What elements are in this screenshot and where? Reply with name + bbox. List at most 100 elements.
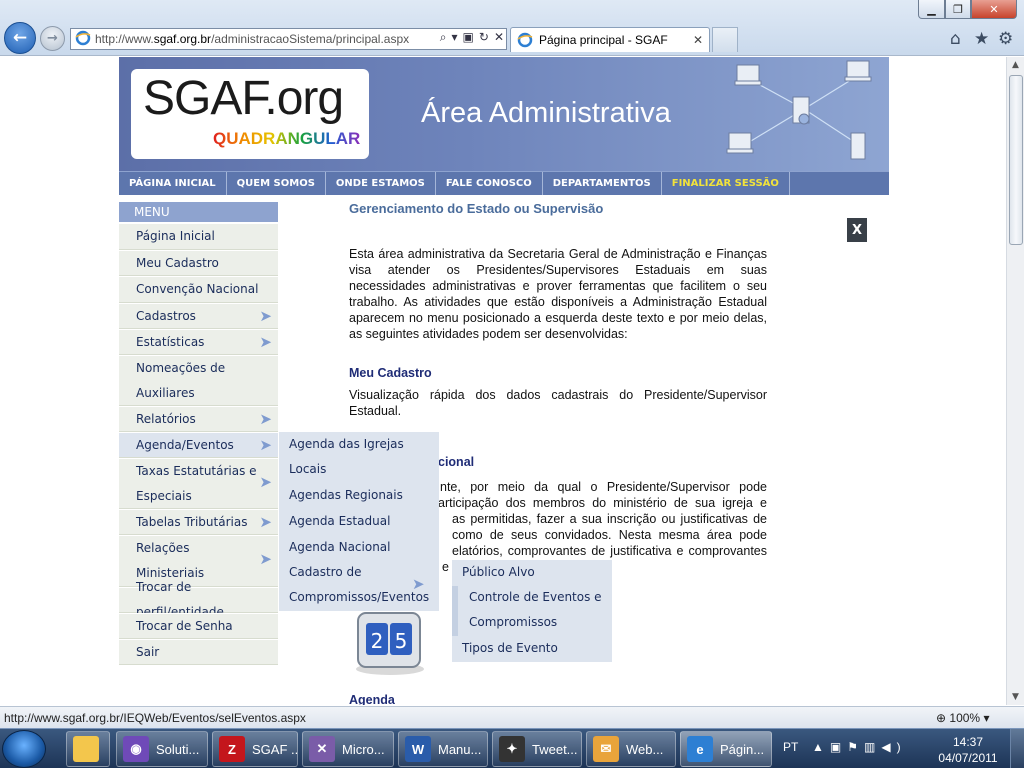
menu-item-agenda-eventos[interactable]: Agenda/Eventos ➤	[119, 432, 278, 458]
stop-icon[interactable]: ✕	[494, 30, 504, 45]
site-container: SGAF.org QUADRANGULAR Área Administrativ…	[119, 57, 889, 705]
flag-icon[interactable]: ⚑	[847, 740, 864, 754]
menu-item-label: Especiais	[136, 488, 192, 503]
menu-item-pagina-inicial[interactable]: Página Inicial	[119, 223, 278, 250]
menu-item-sair[interactable]: Sair	[119, 639, 278, 665]
maximize-button[interactable]: ❐	[945, 0, 971, 19]
flyout-item-cadastro-compromissos-line1[interactable]: Cadastro de	[289, 560, 362, 585]
search-icon[interactable]: ⌕	[440, 30, 447, 45]
flyout-item-publico-alvo[interactable]: Público Alvo	[462, 560, 535, 585]
clock-time[interactable]: 14:37	[940, 735, 996, 749]
address-bar[interactable]: http://www. sgaf.org.br/administracaoSist…	[70, 28, 507, 50]
menu-item-meu-cadastro[interactable]: Meu Cadastro	[119, 250, 278, 276]
menu-item-nomeacoes-auxiliares[interactable]: Nomeações de Auxiliares	[119, 355, 278, 406]
dropdown-icon[interactable]: ▾	[452, 30, 458, 45]
flyout-item-tipos-evento[interactable]: Tipos de Evento	[462, 636, 558, 661]
tab-close-icon[interactable]: ✕	[693, 33, 703, 47]
menu-item-label: Convenção Nacional	[136, 282, 259, 296]
section-title-convencao-nacional: cional	[438, 455, 475, 469]
taskbar-explorer[interactable]	[66, 731, 110, 767]
tray-icons[interactable]: ▲▣⚑▥◀)	[812, 740, 907, 754]
menu-item-label: Relações	[136, 541, 190, 555]
notification-icon[interactable]: ▣	[830, 740, 847, 754]
flyout-item-cadastro-compromissos-line2[interactable]: Compromissos/Eventos	[289, 585, 429, 610]
taskbar-tweetdeck[interactable]: ✦ Tweet...	[492, 731, 582, 767]
favorites-star-icon[interactable]: ★	[974, 29, 989, 49]
topnav-onde-estamos[interactable]: ONDE ESTAMOS	[326, 172, 436, 195]
zoom-level[interactable]: ⊕ 100% ▾	[936, 711, 989, 725]
logo-sub-text: QUADRANGULAR	[213, 129, 361, 148]
taskbar-internet-explorer[interactable]: e Págin...	[680, 731, 772, 767]
zoom-value: 100%	[949, 711, 981, 725]
flyout-item-agenda-estadual[interactable]: Agenda Estadual	[289, 509, 390, 534]
forward-button[interactable]: →	[40, 26, 65, 51]
bird-icon: ✦	[499, 736, 525, 762]
topnav-quem-somos[interactable]: QUEM SOMOS	[227, 172, 326, 195]
start-button[interactable]	[2, 730, 46, 768]
network-icon[interactable]: ▥	[864, 740, 881, 754]
page-viewport: SGAF.org QUADRANGULAR Área Administrativ…	[0, 57, 1006, 705]
menu-item-taxas-estatutarias[interactable]: Taxas Estatutárias e Especiais ➤	[119, 458, 278, 509]
clock-date[interactable]: 04/07/2011	[935, 751, 1001, 765]
taskbar-word[interactable]: W Manu...	[398, 731, 488, 767]
taskbar-solution[interactable]: ◉ Soluti...	[116, 731, 208, 767]
menu-item-label: Meu Cadastro	[136, 255, 219, 270]
menu-item-label: Sair	[136, 644, 160, 659]
show-hidden-icons-icon[interactable]: ▲	[812, 740, 830, 754]
taskbar-filezilla[interactable]: Z SGAF ...	[212, 731, 298, 767]
forward-arrow-icon: →	[47, 31, 58, 46]
topnav-pagina-inicial[interactable]: PÁGINA INICIAL	[119, 172, 227, 195]
taskbar-visual-studio[interactable]: ✕ Micro...	[302, 731, 394, 767]
minimize-button[interactable]: ▁	[918, 0, 945, 19]
menu-item-cadastros[interactable]: Cadastros ➤	[119, 303, 278, 329]
compatibility-icon[interactable]: ▣	[463, 30, 474, 45]
menu-item-relatorios[interactable]: Relatórios ➤	[119, 406, 278, 432]
page-title: Gerenciamento do Estado ou Supervisão	[349, 201, 604, 216]
back-button[interactable]: ←	[4, 22, 36, 54]
flyout-item-controle-eventos-line2[interactable]: Compromissos	[469, 610, 557, 635]
topnav-departamentos[interactable]: DEPARTAMENTOS	[543, 172, 662, 195]
flyout-item-agenda-nacional[interactable]: Agenda Nacional	[289, 535, 391, 560]
section-line: nte, por meio da qual o Presidente/Super…	[440, 480, 767, 494]
volume-icon[interactable]: ◀)	[881, 740, 906, 754]
scroll-down-arrow-icon[interactable]: ▼	[1007, 689, 1024, 705]
topnav-fale-conosco[interactable]: FALE CONOSCO	[436, 172, 543, 195]
menu-item-tabelas-tributarias[interactable]: Tabelas Tributárias ➤	[119, 509, 278, 535]
topnav-finalizar-sessao[interactable]: FINALIZAR SESSÃO	[662, 172, 790, 195]
flyout-item-locais[interactable]: Locais	[289, 457, 326, 482]
menu-item-trocar-senha[interactable]: Trocar de Senha	[119, 613, 278, 639]
scroll-up-arrow-icon[interactable]: ▲	[1007, 57, 1024, 73]
scroll-thumb[interactable]	[1009, 75, 1023, 245]
menu-item-convencao-nacional[interactable]: Convenção Nacional	[119, 276, 278, 303]
menu-item-trocar-perfil[interactable]: Trocar de perfil/entidade	[119, 580, 278, 619]
taskbar-outlook-web[interactable]: ✉ Web...	[586, 731, 676, 767]
page-favicon-icon	[75, 30, 91, 49]
taskbar-label: SGAF ...	[252, 741, 298, 757]
tab-pagina-principal[interactable]: Página principal - SGAF ✕	[510, 27, 710, 52]
menu-item-label: Estatísticas	[136, 334, 205, 349]
close-panel-button[interactable]: X	[847, 218, 867, 242]
input-language[interactable]: PT	[783, 740, 798, 754]
flyout-item-agendas-regionais[interactable]: Agendas Regionais	[289, 483, 403, 508]
refresh-icon[interactable]: ↻	[479, 30, 489, 45]
folder-icon	[73, 736, 99, 762]
menu-item-estatisticas[interactable]: Estatísticas ➤	[119, 329, 278, 355]
network-illustration-icon	[726, 60, 872, 160]
area-title: Área Administrativa	[421, 97, 671, 129]
logo-main-text: SGAF.org	[143, 72, 344, 125]
visual-studio-icon: ✕	[309, 736, 335, 762]
new-tab-button[interactable]	[712, 27, 738, 52]
flyout-item-controle-eventos-line1[interactable]: Controle de Eventos e	[469, 585, 602, 610]
site-logo[interactable]: SGAF.org QUADRANGULAR	[131, 69, 369, 159]
taskbar-label: Soluti...	[156, 741, 200, 757]
home-icon[interactable]: ⌂	[950, 29, 961, 49]
close-window-button[interactable]: ✕	[971, 0, 1017, 19]
flyout-item-agenda-igrejas[interactable]: Agenda das Igrejas	[289, 432, 404, 457]
section-line: como de seus convidados. Nesta mesma áre…	[452, 528, 767, 542]
show-desktop-button[interactable]	[1010, 729, 1024, 768]
taskbar-label: Manu...	[438, 741, 482, 757]
menu-item-label: Trocar de Senha	[136, 618, 233, 633]
vertical-scrollbar[interactable]: ▲ ▼	[1006, 57, 1024, 705]
menu-item-label: Página Inicial	[136, 229, 215, 243]
tools-gear-icon[interactable]: ⚙	[998, 29, 1013, 49]
